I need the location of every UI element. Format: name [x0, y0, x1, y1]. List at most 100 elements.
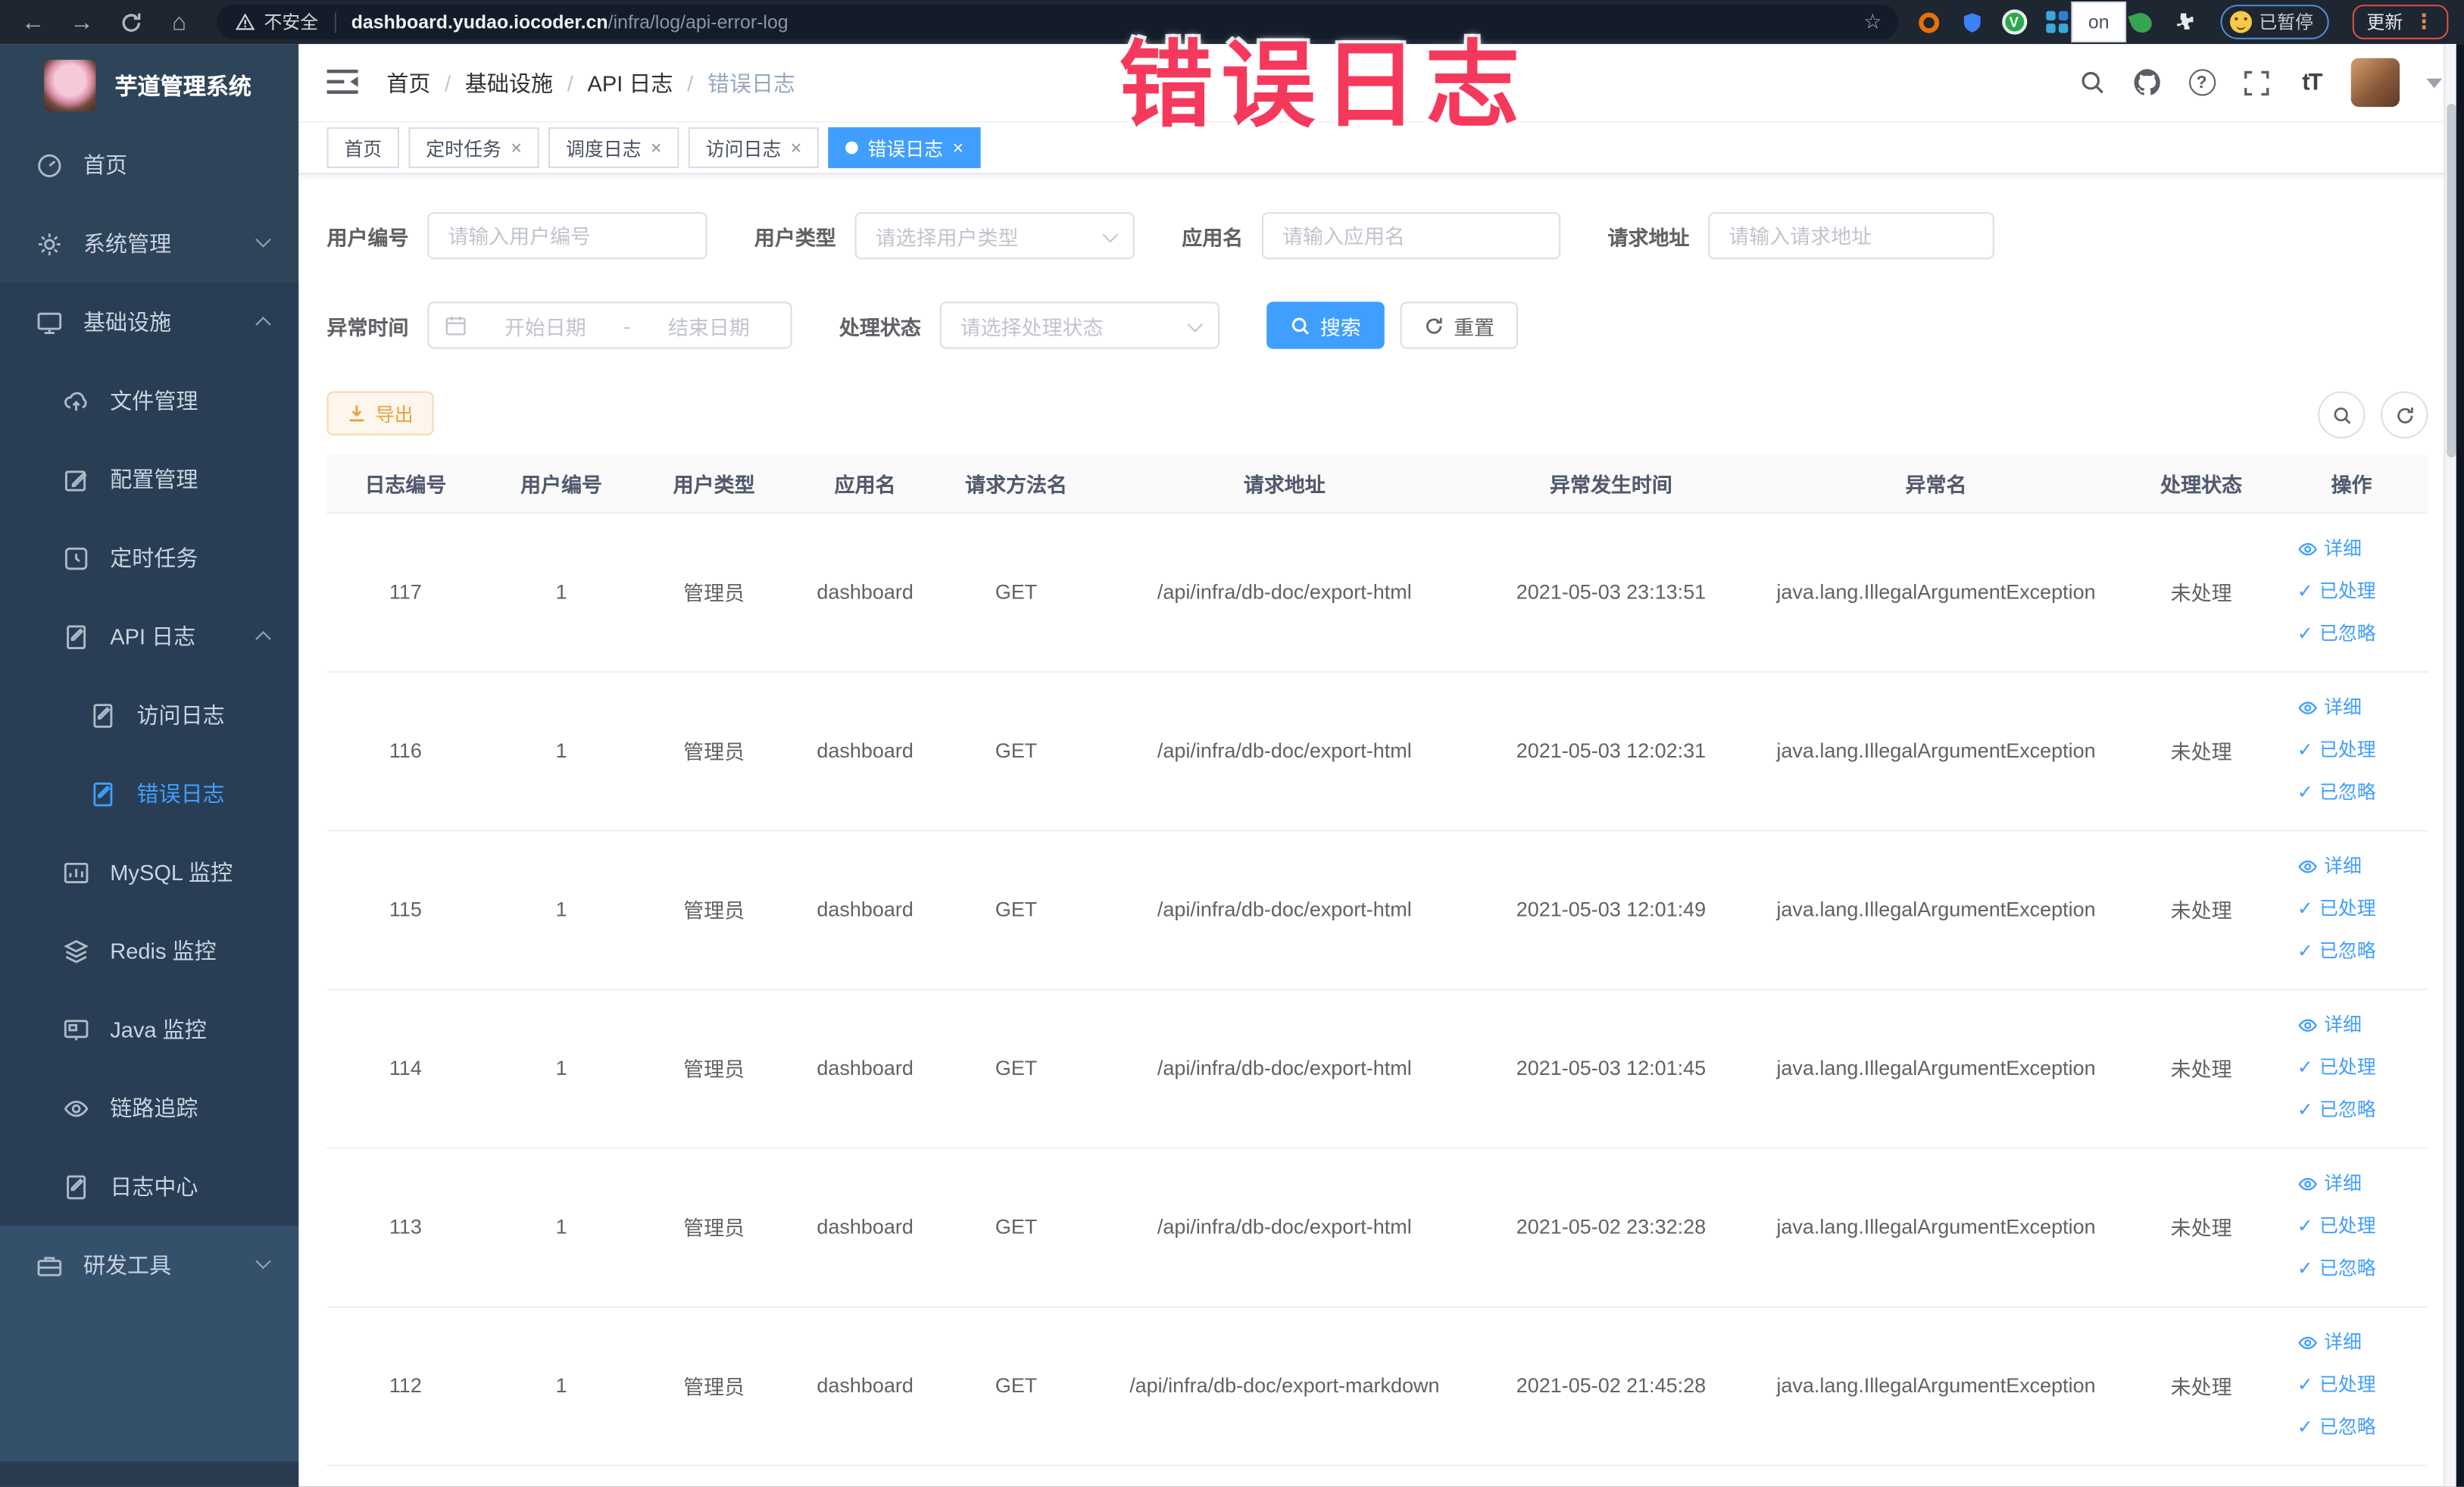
breadcrumb-item[interactable]: API 日志 — [587, 67, 673, 98]
toggle-search-button[interactable] — [2318, 391, 2366, 439]
security-label[interactable]: 不安全 — [264, 9, 319, 34]
sidebar-item-config-management[interactable]: 配置管理 — [0, 440, 298, 519]
chevron-down-icon — [255, 1253, 271, 1270]
detail-link[interactable]: 详细 — [2281, 687, 2422, 729]
close-icon[interactable]: × — [651, 136, 662, 158]
extension-green-circle-icon[interactable]: V — [1998, 6, 2029, 37]
app-title: 芋道管理系统 — [114, 74, 251, 100]
browser-update-button[interactable]: 更新 ⋮ — [2352, 5, 2449, 39]
sidebar-item-system[interactable]: 系统管理 — [0, 205, 298, 283]
sidebar-item-error-log[interactable]: 错误日志 — [0, 754, 298, 833]
mark-ignored-link[interactable]: ✓ 已忽略 — [2281, 1407, 2422, 1449]
sidebar-item-api-log[interactable]: API 日志 — [0, 597, 298, 676]
sidebar-item-access-log[interactable]: 访问日志 — [0, 676, 298, 754]
sidebar-item-home[interactable]: 首页 — [0, 126, 298, 205]
detail-link[interactable]: 详细 — [2281, 1004, 2422, 1047]
extension-on-badge-icon[interactable]: on — [2071, 2, 2127, 43]
app-logo[interactable]: 芋道管理系统 — [0, 44, 298, 126]
mark-processed-link[interactable]: ✓ 已处理 — [2281, 570, 2422, 613]
browser-reload-icon[interactable] — [113, 5, 148, 39]
sidebar-item-file-management[interactable]: 文件管理 — [0, 361, 298, 440]
sidebar-item-log-center[interactable]: 日志中心 — [0, 1148, 298, 1226]
sidebar-item-java-monitor[interactable]: Java 监控 — [0, 990, 298, 1069]
eye-icon — [2297, 1336, 2317, 1350]
mark-processed-link[interactable]: ✓ 已处理 — [2281, 888, 2422, 930]
detail-link[interactable]: 详细 — [2281, 845, 2422, 888]
detail-link[interactable]: 详细 — [2281, 1163, 2422, 1205]
close-icon[interactable]: × — [953, 136, 964, 158]
mark-processed-link[interactable]: ✓ 已处理 — [2281, 1047, 2422, 1089]
user-type-select[interactable]: 请选择用户类型 — [854, 212, 1135, 260]
page-scrollbar[interactable] — [2444, 44, 2456, 1487]
check-icon: ✓ — [2297, 1056, 2313, 1079]
mark-processed-link[interactable]: ✓ 已处理 — [2281, 729, 2422, 772]
github-icon[interactable] — [2131, 67, 2162, 98]
fullscreen-icon[interactable] — [2241, 67, 2272, 98]
mark-ignored-link[interactable]: ✓ 已忽略 — [2281, 1089, 2422, 1132]
search-icon[interactable] — [2076, 67, 2107, 98]
refresh-button[interactable] — [2381, 391, 2428, 439]
col-header-request-url: 请求地址 — [1091, 454, 1478, 514]
sidebar-item-tracing[interactable]: 链路追踪 — [0, 1069, 298, 1148]
window-edge — [2456, 44, 2464, 1487]
mark-ignored-link[interactable]: ✓ 已忽略 — [2281, 930, 2422, 973]
extension-donut-icon[interactable] — [1913, 6, 1944, 37]
app-name-input[interactable] — [1262, 212, 1561, 260]
mark-ignored-link[interactable]: ✓ 已忽略 — [2281, 1248, 2422, 1290]
reset-button[interactable]: 重置 — [1400, 301, 1519, 349]
table-row: 112 1 管理员 dashboard GET /api/infra/db-do… — [326, 1306, 2428, 1466]
export-button[interactable]: 导出 — [326, 391, 434, 436]
browser-back-icon[interactable]: ← — [16, 5, 51, 39]
tab-access-log[interactable]: 访问日志 × — [688, 127, 820, 168]
request-url-input[interactable] — [1708, 212, 1994, 260]
extensions-puzzle-icon[interactable] — [2168, 6, 2199, 37]
scrollbar-thumb[interactable] — [2447, 103, 2456, 458]
exception-time-range-picker[interactable]: 开始日期 - 结束日期 — [427, 301, 792, 349]
browser-home-icon[interactable]: ⌂ — [162, 5, 197, 39]
mark-processed-link[interactable]: ✓ 已处理 — [2281, 1205, 2422, 1248]
close-icon[interactable]: × — [511, 136, 522, 158]
col-header-exception-name: 异常名 — [1744, 454, 2128, 514]
eye-icon — [2297, 701, 2317, 714]
mark-ignored-link[interactable]: ✓ 已忽略 — [2281, 772, 2422, 814]
sidebar-item-scheduled-jobs[interactable]: 定时任务 — [0, 519, 298, 598]
toolbox-icon — [36, 1251, 63, 1278]
sidebar-item-mysql-monitor[interactable]: MySQL 监控 — [0, 833, 298, 912]
operations-cell: 详细 ✓ 已处理 ✓ 已忽略 — [2275, 512, 2428, 672]
profile-paused-badge[interactable]: 已暂停 — [2219, 5, 2329, 39]
tab-scheduled-jobs[interactable]: 定时任务 × — [408, 127, 539, 168]
browser-menu-icon[interactable]: ⋮ — [2414, 9, 2434, 34]
help-icon[interactable]: ? — [2186, 67, 2217, 98]
caret-down-icon[interactable] — [2426, 77, 2443, 88]
breadcrumb-item[interactable]: 首页 — [386, 67, 430, 98]
browser-forward-icon[interactable]: → — [64, 5, 99, 39]
detail-link[interactable]: 详细 — [2281, 1322, 2422, 1364]
search-button[interactable]: 搜索 — [1266, 301, 1385, 349]
sidebar-fold-icon[interactable] — [326, 67, 362, 98]
tab-home[interactable]: 首页 — [326, 127, 400, 168]
filter-app-name: 应用名 — [1182, 212, 1561, 260]
user-id-input[interactable] — [427, 212, 707, 260]
extension-leaf-icon[interactable] — [2125, 6, 2156, 37]
extension-grid-icon[interactable] — [2041, 6, 2072, 37]
extension-shield-icon[interactable] — [1956, 6, 1987, 37]
avatar[interactable] — [2350, 58, 2400, 108]
bookmark-star-icon[interactable]: ☆ — [1863, 9, 1882, 34]
breadcrumb-separator: / — [687, 70, 694, 95]
detail-link[interactable]: 详细 — [2281, 528, 2422, 570]
sidebar-item-infrastructure[interactable]: 基础设施 — [0, 283, 298, 361]
tab-schedule-log[interactable]: 调度日志 × — [548, 127, 679, 168]
mark-processed-link[interactable]: ✓ 已处理 — [2281, 1364, 2422, 1407]
sidebar-item-redis-monitor[interactable]: Redis 监控 — [0, 911, 298, 990]
font-size-icon[interactable]: tT — [2296, 67, 2327, 98]
process-status-select[interactable]: 请选择处理状态 — [939, 301, 1220, 349]
table-toolbar: 导出 — [326, 391, 2428, 439]
mark-ignored-link[interactable]: ✓ 已忽略 — [2281, 613, 2422, 655]
breadcrumb-item[interactable]: 基础设施 — [465, 67, 553, 98]
address-bar[interactable]: 不安全 dashboard.yudao.iocoder.cn /infra/lo… — [217, 5, 1898, 39]
tab-error-log[interactable]: 错误日志 × — [828, 127, 981, 168]
table-row: 114 1 管理员 dashboard GET /api/infra/db-do… — [326, 988, 2428, 1148]
close-icon[interactable]: × — [791, 136, 802, 158]
col-header-log-id: 日志编号 — [326, 454, 485, 514]
sidebar-item-dev-tools[interactable]: 研发工具 — [0, 1226, 298, 1304]
